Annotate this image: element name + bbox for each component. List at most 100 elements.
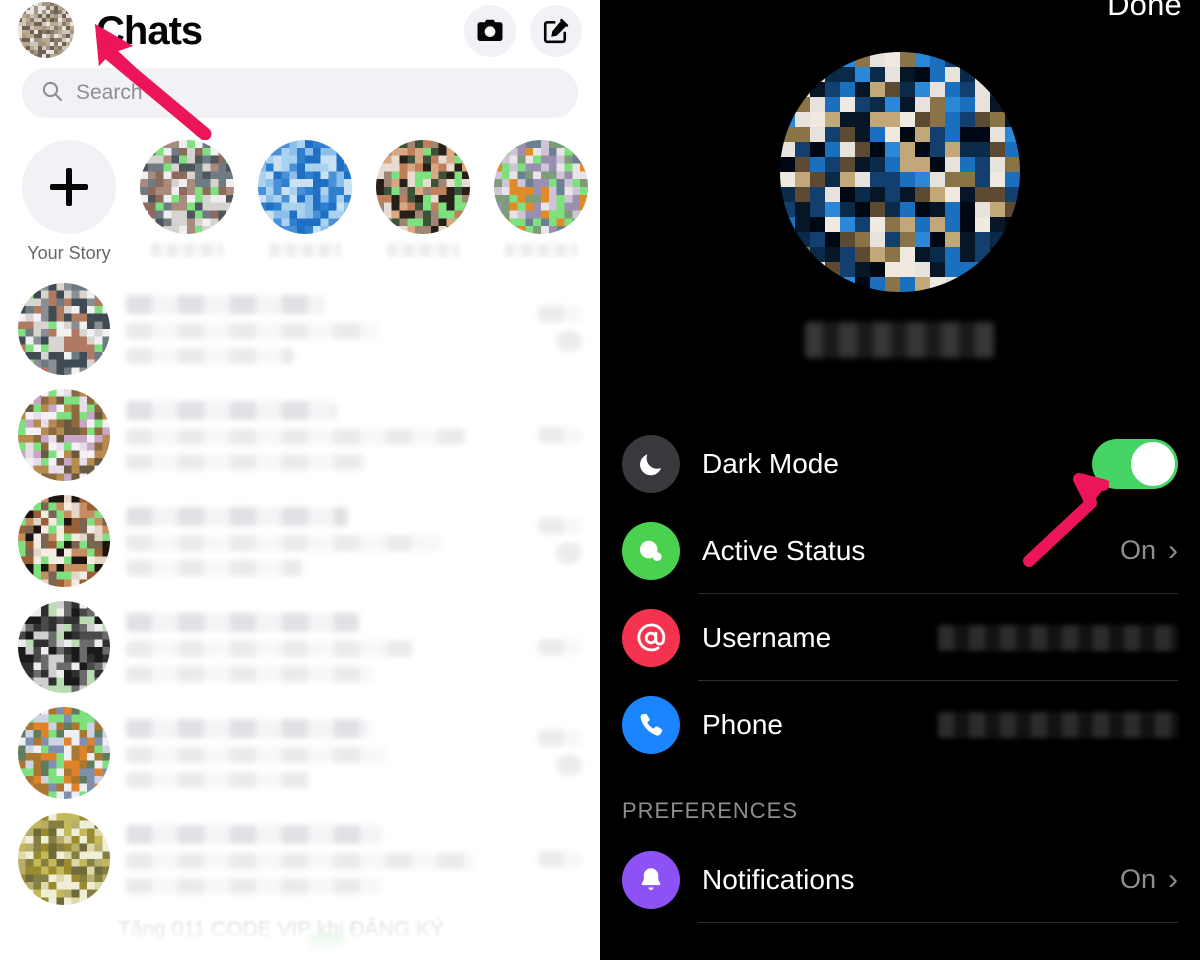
settings-rows: Dark Mode Active Status On › Username Phone bbox=[600, 420, 1200, 768]
chat-preview bbox=[126, 640, 413, 657]
camera-icon bbox=[475, 16, 505, 46]
settings-row-value: On bbox=[1119, 535, 1156, 565]
chat-meta bbox=[524, 730, 582, 776]
chat-preview-line2 bbox=[126, 453, 367, 470]
settings-row-username[interactable]: Username bbox=[600, 594, 1200, 681]
at-sign-icon bbox=[622, 608, 680, 667]
settings-row-control bbox=[1092, 438, 1178, 489]
story-item[interactable] bbox=[494, 140, 588, 257]
chat-preview bbox=[126, 746, 386, 763]
chat-meta bbox=[524, 306, 582, 352]
chat-row[interactable] bbox=[0, 700, 600, 806]
story-item[interactable] bbox=[140, 140, 234, 257]
divider bbox=[698, 922, 1178, 923]
settings-row-label: Dark Mode bbox=[702, 447, 839, 479]
story-label bbox=[269, 243, 341, 257]
chat-timestamp bbox=[538, 306, 582, 322]
chat-row[interactable] bbox=[0, 382, 600, 488]
chat-meta bbox=[524, 427, 582, 443]
chat-name bbox=[126, 400, 337, 420]
compose-icon bbox=[541, 16, 571, 46]
chat-meta bbox=[524, 851, 582, 867]
toggle-knob bbox=[1131, 441, 1175, 486]
chat-name bbox=[126, 294, 325, 314]
page-title: Chats bbox=[96, 9, 203, 53]
chat-avatar[interactable] bbox=[18, 601, 110, 693]
settings-row-notifications[interactable]: Notifications On › bbox=[600, 836, 1200, 923]
dark-mode-toggle[interactable] bbox=[1092, 438, 1178, 489]
search-input[interactable]: Search bbox=[22, 68, 578, 118]
chat-row[interactable] bbox=[0, 594, 600, 700]
chat-text bbox=[126, 294, 508, 364]
chat-timestamp bbox=[538, 730, 582, 746]
chevron-right-icon: › bbox=[1168, 862, 1178, 896]
settings-row-control: On › bbox=[1120, 535, 1178, 566]
chat-row[interactable] bbox=[0, 276, 600, 382]
search-container: Search bbox=[0, 62, 600, 118]
profile-name bbox=[805, 322, 995, 358]
settings-row-label: Username bbox=[702, 621, 832, 653]
app-root: Chats Search Your Story Done Dark Mode A… bbox=[0, 0, 1200, 960]
chat-avatar[interactable] bbox=[18, 495, 110, 587]
chat-bubble-icon bbox=[622, 521, 680, 580]
add-story-button[interactable] bbox=[22, 140, 116, 234]
chat-preview-line2 bbox=[126, 665, 375, 682]
story-item[interactable] bbox=[258, 140, 352, 257]
chat-meta bbox=[524, 518, 582, 564]
compose-button[interactable] bbox=[530, 5, 582, 57]
story-item[interactable] bbox=[376, 140, 470, 257]
profile-photo[interactable] bbox=[780, 52, 1020, 292]
settings-row-label: Phone bbox=[702, 708, 783, 740]
chat-text bbox=[126, 612, 508, 682]
story-label bbox=[151, 243, 223, 257]
search-placeholder: Search bbox=[76, 81, 143, 104]
settings-row-dark-mode[interactable]: Dark Mode bbox=[600, 420, 1200, 507]
settings-row-value: On bbox=[1119, 864, 1156, 894]
unread-badge bbox=[556, 330, 582, 352]
search-icon bbox=[40, 79, 64, 108]
camera-button[interactable] bbox=[464, 5, 516, 57]
chat-preview-line2 bbox=[126, 771, 310, 788]
chat-timestamp bbox=[538, 518, 582, 534]
avatar[interactable] bbox=[18, 2, 74, 58]
settings-row-control bbox=[938, 624, 1178, 651]
chat-timestamp bbox=[538, 427, 582, 443]
chat-row[interactable] bbox=[0, 806, 600, 912]
chat-text bbox=[126, 506, 508, 576]
chat-avatar[interactable] bbox=[18, 813, 110, 905]
list-fade-overlay bbox=[0, 906, 600, 960]
unread-badge bbox=[556, 542, 582, 564]
story-your-story[interactable]: Your Story bbox=[22, 140, 116, 264]
settings-row-control bbox=[938, 711, 1178, 738]
chat-preview bbox=[126, 322, 379, 339]
chat-name bbox=[126, 612, 360, 632]
settings-row-label: Notifications bbox=[702, 863, 855, 895]
settings-panel: Done Dark Mode Active Status On › Username Ph… bbox=[600, 0, 1200, 960]
chat-avatar[interactable] bbox=[18, 707, 110, 799]
settings-row-label: Active Status bbox=[702, 534, 866, 566]
chat-preview-line2 bbox=[126, 347, 295, 364]
chat-preview-line2 bbox=[126, 877, 382, 894]
done-button[interactable]: Done bbox=[1107, 0, 1182, 23]
settings-row-phone[interactable]: Phone bbox=[600, 681, 1200, 768]
chat-avatar[interactable] bbox=[18, 389, 110, 481]
chat-meta bbox=[524, 639, 582, 655]
story-label: Your Story bbox=[27, 243, 111, 263]
chats-panel: Chats Search Your Story bbox=[0, 0, 600, 960]
plus-icon bbox=[50, 168, 88, 206]
chat-preview bbox=[126, 852, 474, 869]
chat-text bbox=[126, 400, 508, 470]
chat-timestamp bbox=[538, 851, 582, 867]
chat-avatar[interactable] bbox=[18, 283, 110, 375]
chat-timestamp bbox=[538, 639, 582, 655]
settings-row-active-status[interactable]: Active Status On › bbox=[600, 507, 1200, 594]
preferences-heading: PREFERENCES bbox=[622, 798, 799, 823]
chat-row[interactable] bbox=[0, 488, 600, 594]
chat-preview bbox=[126, 428, 466, 445]
story-label bbox=[505, 243, 577, 257]
chat-preview bbox=[126, 534, 440, 551]
preference-rows: Notifications On › bbox=[600, 836, 1200, 923]
chat-text bbox=[126, 824, 508, 894]
chat-preview-line2 bbox=[126, 559, 302, 576]
chat-name bbox=[126, 718, 371, 738]
